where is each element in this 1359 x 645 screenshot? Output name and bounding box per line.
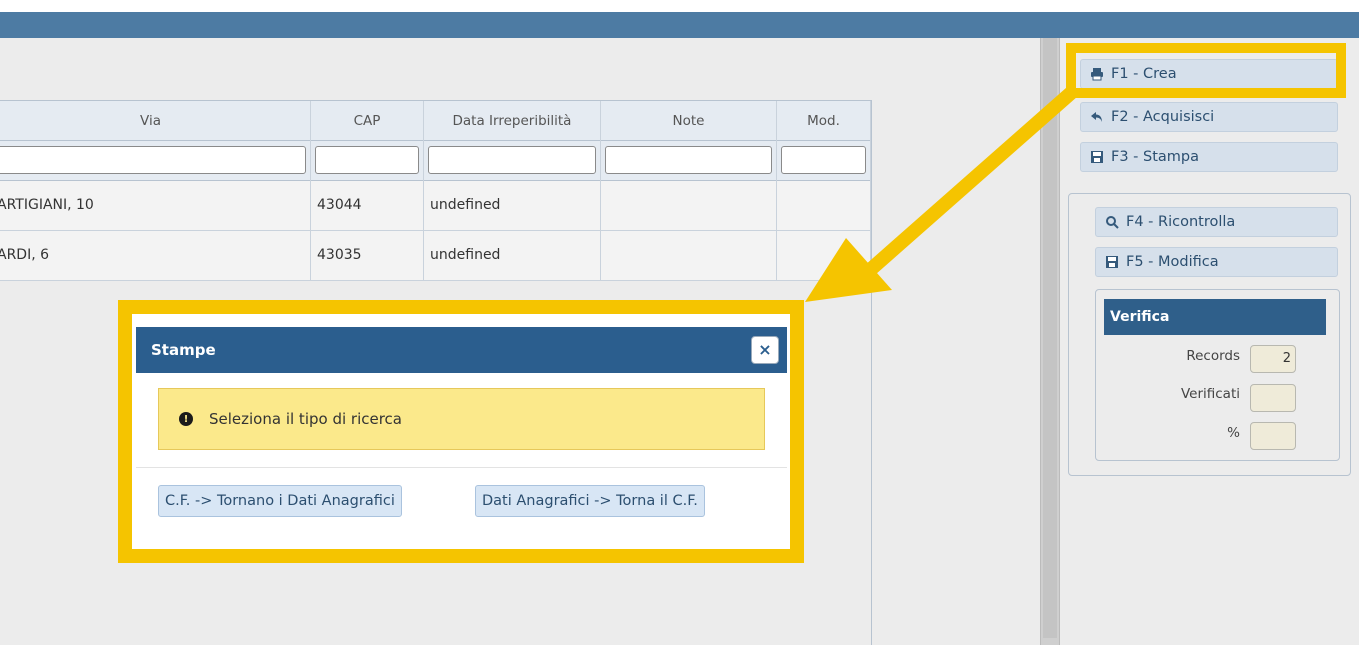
alert-message: ! Seleziona il tipo di ricerca <box>158 388 765 450</box>
table-row[interactable]: ARTIGIANI, 10 43044 undefined <box>0 181 871 231</box>
filter-data-input[interactable] <box>428 146 596 174</box>
f2-acquisisci-button[interactable]: F2 - Acquisisci <box>1080 102 1338 132</box>
column-header-note[interactable]: Note <box>601 101 777 141</box>
f5-modifica-label: F5 - Modifica <box>1126 254 1219 270</box>
filter-cap-input[interactable] <box>315 146 419 174</box>
cell-cap: 43035 <box>311 231 424 281</box>
filter-mod-input[interactable] <box>781 146 866 174</box>
cell-data: undefined <box>424 181 601 231</box>
cf-to-anagrafici-button[interactable]: C.F. -> Tornano i Dati Anagrafici <box>158 485 402 517</box>
f3-stampa-label: F3 - Stampa <box>1111 149 1200 165</box>
close-button[interactable]: × <box>751 336 779 364</box>
dialog-title-text: Stampe <box>151 341 216 359</box>
exclamation-icon: ! <box>179 412 193 426</box>
percent-value <box>1250 422 1296 450</box>
f5-modifica-button[interactable]: F5 - Modifica <box>1095 247 1338 277</box>
column-header-data-irreperibilita[interactable]: Data Irreperibilità <box>424 101 601 141</box>
f4-ricontrolla-label: F4 - Ricontrolla <box>1126 214 1236 230</box>
stampe-dialog: Stampe × ! Seleziona il tipo di ricerca … <box>136 327 787 548</box>
column-header-mod[interactable]: Mod. <box>777 101 871 141</box>
reply-icon <box>1089 109 1105 125</box>
f1-highlight-box <box>1066 43 1346 98</box>
filter-note-input[interactable] <box>605 146 772 174</box>
cell-mod <box>777 231 871 281</box>
cell-via: ARDI, 6 <box>0 231 311 281</box>
top-bar <box>0 0 1359 38</box>
filter-via-input[interactable] <box>0 146 306 174</box>
title-band <box>0 12 1359 38</box>
cell-mod <box>777 181 871 231</box>
percent-label: % <box>1227 425 1240 441</box>
records-label: Records <box>1186 348 1240 364</box>
cell-data: undefined <box>424 231 601 281</box>
f4-ricontrolla-button[interactable]: F4 - Ricontrolla <box>1095 207 1338 237</box>
save-icon <box>1104 254 1120 270</box>
anagrafici-to-cf-button[interactable]: Dati Anagrafici -> Torna il C.F. <box>475 485 705 517</box>
search-icon <box>1104 214 1120 230</box>
vertical-scrollbar[interactable] <box>1040 38 1060 645</box>
table-row[interactable]: ARDI, 6 43035 undefined <box>0 231 871 281</box>
dialog-title: Stampe × <box>136 327 787 373</box>
column-header-via[interactable]: Via <box>0 101 311 141</box>
verificati-label: Verificati <box>1180 386 1240 402</box>
column-header-cap[interactable]: CAP <box>311 101 424 141</box>
alert-text: Seleziona il tipo di ricerca <box>209 410 402 428</box>
divider <box>136 467 787 468</box>
scrollbar-thumb[interactable] <box>1043 38 1057 638</box>
cell-cap: 43044 <box>311 181 424 231</box>
f3-stampa-button[interactable]: F3 - Stampa <box>1080 142 1338 172</box>
f2-acquisisci-label: F2 - Acquisisci <box>1111 109 1215 125</box>
cell-via: ARTIGIANI, 10 <box>0 181 311 231</box>
grid-header: Via CAP Data Irreperibilità Note Mod. <box>0 101 871 141</box>
cell-note <box>601 231 777 281</box>
verifica-title: Verifica <box>1104 299 1326 335</box>
records-value: 2 <box>1250 345 1296 373</box>
cell-note <box>601 181 777 231</box>
save-icon <box>1089 149 1105 165</box>
filter-row <box>0 141 871 181</box>
verificati-value <box>1250 384 1296 412</box>
